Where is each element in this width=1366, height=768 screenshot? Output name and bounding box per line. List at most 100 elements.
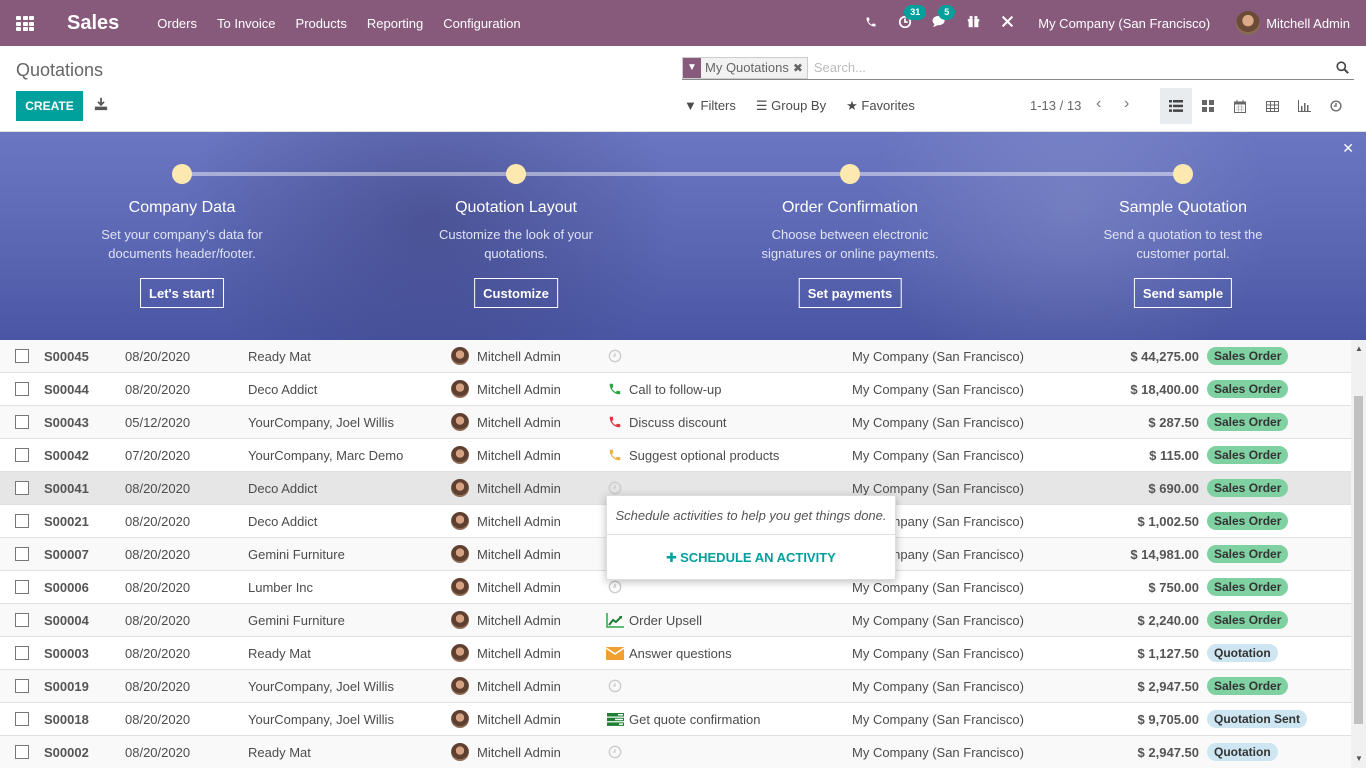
- groupby-dropdown[interactable]: ☰ Group By: [756, 98, 826, 114]
- facet-remove-icon[interactable]: ✖: [793, 61, 807, 75]
- phone-icon[interactable]: [606, 381, 624, 397]
- app-menu-icon[interactable]: [16, 16, 34, 31]
- clock-icon[interactable]: [606, 678, 624, 694]
- row-checkbox[interactable]: [15, 613, 29, 627]
- table-row[interactable]: S00019 08/20/2020 YourCompany, Joel Will…: [0, 670, 1351, 703]
- activity-summary: Suggest optional products: [629, 447, 780, 463]
- row-checkbox[interactable]: [15, 580, 29, 594]
- filters-dropdown[interactable]: ▼ Filters: [684, 98, 736, 114]
- activity-cell[interactable]: [606, 678, 629, 694]
- table-row[interactable]: S00044 08/20/2020 Deco Addict Mitchell A…: [0, 373, 1351, 406]
- pager-previous-icon[interactable]: ‹: [1096, 95, 1101, 113]
- menu-products[interactable]: Products: [296, 16, 347, 31]
- activity-cell[interactable]: Suggest optional products: [606, 447, 779, 463]
- debug-tools-icon[interactable]: [990, 15, 1024, 31]
- menu-orders[interactable]: Orders: [157, 16, 197, 31]
- gift-icon[interactable]: [956, 15, 990, 31]
- user-menu[interactable]: Mitchell Admin: [1236, 11, 1350, 35]
- order-date: 08/20/2020: [125, 480, 191, 496]
- step-dot: [506, 164, 526, 184]
- send-sample-button[interactable]: Send sample: [1133, 278, 1233, 308]
- set-payments-button[interactable]: Set payments: [798, 278, 902, 308]
- scroll-up-icon[interactable]: ▲: [1355, 344, 1363, 353]
- search-input[interactable]: [813, 60, 1336, 75]
- row-checkbox[interactable]: [15, 382, 29, 396]
- row-checkbox[interactable]: [15, 448, 29, 462]
- scroll-down-icon[interactable]: ▼: [1355, 754, 1363, 763]
- line-chart-icon[interactable]: [606, 612, 624, 628]
- download-icon[interactable]: [94, 97, 110, 113]
- pager-next-icon[interactable]: ›: [1124, 95, 1129, 113]
- phone-icon[interactable]: [606, 414, 624, 430]
- row-checkbox[interactable]: [15, 745, 29, 759]
- messages-icon[interactable]: 5: [922, 5, 956, 31]
- plus-icon: ✚: [666, 549, 678, 565]
- activity-cell[interactable]: Get quote confirmation: [606, 711, 761, 727]
- customize-button[interactable]: Customize: [474, 278, 558, 308]
- calendar-view-icon[interactable]: [1224, 88, 1256, 124]
- table-row[interactable]: S00018 08/20/2020 YourCompany, Joel Will…: [0, 703, 1351, 736]
- salesperson: Mitchell Admin: [451, 578, 561, 596]
- graph-view-icon[interactable]: [1288, 88, 1320, 124]
- activity-cell[interactable]: Answer questions: [606, 645, 732, 661]
- salesperson-avatar: [451, 413, 469, 431]
- phone-icon[interactable]: [854, 15, 888, 31]
- table-row[interactable]: S00003 08/20/2020 Ready Mat Mitchell Adm…: [0, 637, 1351, 670]
- clock-icon[interactable]: [606, 348, 624, 364]
- app-name[interactable]: Sales: [67, 12, 119, 35]
- favorites-dropdown[interactable]: ★ Favorites: [846, 98, 915, 114]
- row-checkbox[interactable]: [15, 349, 29, 363]
- phone-icon[interactable]: [606, 447, 624, 463]
- facet-label: My Quotations: [705, 60, 789, 75]
- step-dot: [840, 164, 860, 184]
- pager-value[interactable]: 1-13 / 13: [1030, 98, 1081, 113]
- menu-reporting[interactable]: Reporting: [367, 16, 423, 31]
- close-icon[interactable]: ✕: [1342, 140, 1354, 157]
- company: My Company (San Francisco): [852, 612, 1024, 628]
- table-row[interactable]: S00042 07/20/2020 YourCompany, Marc Demo…: [0, 439, 1351, 472]
- search-icon[interactable]: [1336, 60, 1350, 75]
- table-row[interactable]: S00004 08/20/2020 Gemini Furniture Mitch…: [0, 604, 1351, 637]
- row-checkbox[interactable]: [15, 481, 29, 495]
- activity-cell[interactable]: [606, 579, 629, 595]
- table-row[interactable]: S00002 08/20/2020 Ready Mat Mitchell Adm…: [0, 736, 1351, 768]
- company-switcher[interactable]: My Company (San Francisco): [1038, 16, 1210, 31]
- scrollbar-thumb[interactable]: [1354, 396, 1363, 724]
- activity-cell[interactable]: [606, 348, 629, 364]
- schedule-activity-button[interactable]: ✚ SCHEDULE AN ACTIVITY: [607, 535, 895, 580]
- table-row[interactable]: S00045 08/20/2020 Ready Mat Mitchell Adm…: [0, 340, 1351, 373]
- activity-cell[interactable]: [606, 744, 629, 760]
- row-checkbox[interactable]: [15, 712, 29, 726]
- activity-cell[interactable]: Order Upsell: [606, 612, 702, 628]
- envelope-icon[interactable]: [606, 645, 624, 661]
- customer: Deco Addict: [248, 513, 318, 529]
- menu-configuration[interactable]: Configuration: [443, 16, 520, 31]
- activity-cell[interactable]: Call to follow-up: [606, 381, 722, 397]
- create-button[interactable]: CREATE: [16, 91, 83, 121]
- clock-icon[interactable]: [606, 579, 624, 595]
- clock-icon[interactable]: [606, 744, 624, 760]
- table-row[interactable]: S00043 05/12/2020 YourCompany, Joel Will…: [0, 406, 1351, 439]
- row-checkbox[interactable]: [15, 646, 29, 660]
- row-checkbox[interactable]: [15, 679, 29, 693]
- pivot-view-icon[interactable]: [1256, 88, 1288, 124]
- clock-icon[interactable]: [606, 480, 624, 496]
- row-checkbox[interactable]: [15, 547, 29, 561]
- activity-view-icon[interactable]: [1320, 88, 1352, 124]
- kanban-view-icon[interactable]: [1192, 88, 1224, 124]
- activity-clock-icon[interactable]: 31: [888, 4, 927, 32]
- company: My Company (San Francisco): [852, 744, 1024, 760]
- tasks-icon[interactable]: [606, 711, 624, 727]
- activity-summary: Discuss discount: [629, 414, 727, 430]
- activity-cell[interactable]: Discuss discount: [606, 414, 727, 430]
- list-scrollbar[interactable]: ▲ ▼: [1351, 340, 1366, 768]
- order-total: $ 690.00: [1148, 480, 1199, 496]
- list-view-icon[interactable]: [1160, 88, 1192, 124]
- status-badge: Sales Order: [1207, 677, 1289, 695]
- order-total: $ 750.00: [1148, 579, 1199, 595]
- activity-cell[interactable]: [606, 480, 629, 496]
- row-checkbox[interactable]: [15, 514, 29, 528]
- menu-to-invoice[interactable]: To Invoice: [217, 16, 276, 31]
- row-checkbox[interactable]: [15, 415, 29, 429]
- lets-start-button[interactable]: Let's start!: [140, 278, 224, 308]
